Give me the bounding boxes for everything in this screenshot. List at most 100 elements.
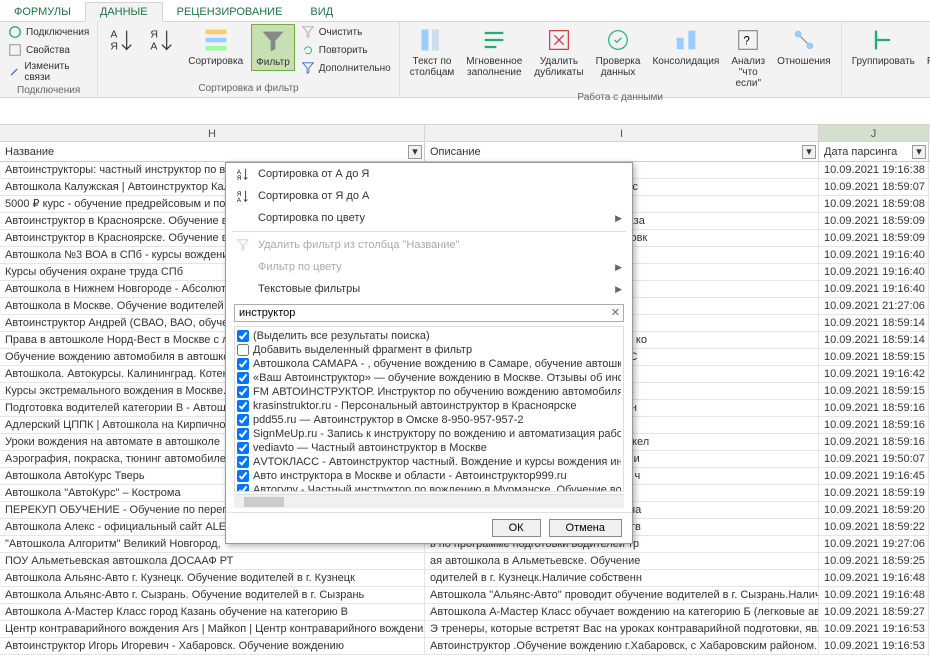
chk-add-current[interactable] — [237, 344, 249, 356]
filter-value-label: АVТОКЛАСС - Автоинструктор частный. Вожд… — [253, 456, 621, 468]
cell-date: 10.09.2021 18:59:08 — [819, 196, 929, 212]
structure-0[interactable]: Группировать — [848, 24, 919, 69]
filter-dropdown-H[interactable]: ▾ — [408, 145, 422, 159]
chk-select-all[interactable] — [237, 330, 249, 342]
table-row[interactable]: Автошкола Альянс-Авто г. Кузнецк. Обучен… — [0, 570, 930, 587]
header-name: Название — [5, 146, 54, 158]
filter-value-label: pdd55.ru — Автоинструктор в Омске 8-950-… — [253, 414, 523, 426]
cell-date: 10.09.2021 19:16:40 — [819, 264, 929, 280]
datatool-5[interactable]: ?Анализ "чтоесли" — [727, 24, 769, 91]
sort-asc[interactable]: АЯСортировка от А до Я — [226, 163, 632, 185]
filter-value-label: «Ваш Автоинструктор» — обучение вождению… — [253, 372, 621, 384]
filter-values-list[interactable]: (Выделить все результаты поиска) Добавит… — [234, 326, 624, 492]
cell-desc: одителей в г. Кузнецк.Наличие собственн — [425, 570, 819, 586]
sort-by-color[interactable]: Сортировка по цвету▶ — [226, 207, 632, 229]
advanced-filter-btn[interactable]: Дополнительно — [299, 60, 393, 76]
table-row[interactable]: Автошкола Альянс-Авто г. Сызрань. Обучен… — [0, 587, 930, 604]
filter-value-chk[interactable] — [237, 386, 249, 398]
filter-dropdown-I[interactable]: ▾ — [802, 145, 816, 159]
filter-search-input[interactable] — [234, 304, 624, 322]
datatool-6[interactable]: Отношения — [773, 24, 835, 69]
tab-review[interactable]: РЕЦЕНЗИРОВАНИЕ — [163, 3, 297, 21]
table-row[interactable]: Автошкола А-Мастер Класс город Казань об… — [0, 604, 930, 621]
tab-formulas[interactable]: ФОРМУЛЫ — [0, 3, 85, 21]
cell-name: Центр контраварийного вождения Ars | Май… — [0, 621, 425, 637]
cell-name: ПОУ Альметьевская автошкола ДОСААФ РТ — [0, 553, 425, 569]
col-header-I[interactable]: I — [425, 125, 819, 141]
tab-view[interactable]: ВИД — [296, 3, 347, 21]
group-label-structure: Структура — [848, 82, 930, 95]
filter-value-chk[interactable] — [237, 400, 249, 412]
reapply-filter-btn[interactable]: Повторить — [299, 42, 393, 58]
cell-date: 10.09.2021 19:16:38 — [819, 162, 929, 178]
filter-value-chk[interactable] — [237, 414, 249, 426]
cell-date: 10.09.2021 19:16:45 — [819, 468, 929, 484]
datatool-1[interactable]: Мгновенноезаполнение — [462, 24, 526, 80]
cell-date: 10.09.2021 19:16:40 — [819, 281, 929, 297]
cell-date: 10.09.2021 18:59:09 — [819, 230, 929, 246]
cell-date: 10.09.2021 18:59:14 — [819, 315, 929, 331]
datatool-3[interactable]: Проверкаданных — [592, 24, 645, 80]
cell-date: 10.09.2021 18:59:09 — [819, 213, 929, 229]
table-row[interactable]: Автоинструктор Игорь Игоревич - Хабаровс… — [0, 638, 930, 655]
filter-value-chk[interactable] — [237, 470, 249, 482]
datatool-2[interactable]: Удалитьдубликаты — [530, 24, 587, 80]
datatool-4[interactable]: Консолидация — [648, 24, 723, 69]
filter-value-chk[interactable] — [237, 456, 249, 468]
filter-btn[interactable]: Фильтр — [251, 24, 295, 71]
filter-hscroll[interactable] — [234, 494, 624, 508]
text-filters[interactable]: Текстовые фильтры▶ — [226, 278, 632, 300]
filter-value-chk[interactable] — [237, 372, 249, 384]
cell-desc: Автошкола А-Мастер Класс обучает вождени… — [425, 604, 819, 620]
group-label-datatools: Работа с данными — [406, 91, 835, 104]
filter-value-label: Авто инструктора в Москве и области - Ав… — [253, 470, 567, 482]
table-row[interactable]: Центр контраварийного вождения Ars | Май… — [0, 621, 930, 638]
cell-name: Автошкола Альянс-Авто г. Кузнецк. Обучен… — [0, 570, 425, 586]
ribbon: Подключения Свойства Изменить связи Подк… — [0, 22, 930, 98]
header-date: Дата парсинга — [824, 146, 897, 158]
filter-value-chk[interactable] — [237, 484, 249, 492]
filter-value-label: krasinstruktor.ru - Персональный автоинс… — [253, 400, 576, 412]
cell-desc: Э тренеры, которые встретят Вас на урока… — [425, 621, 819, 637]
edit-links-btn[interactable]: Изменить связи — [6, 60, 91, 84]
filter-value-chk[interactable] — [237, 428, 249, 440]
cell-date: 10.09.2021 19:16:48 — [819, 587, 929, 603]
cell-date: 10.09.2021 18:59:20 — [819, 502, 929, 518]
sort-btn[interactable]: Сортировка — [184, 24, 247, 69]
svg-text:Я: Я — [237, 175, 241, 181]
tab-data[interactable]: ДАННЫЕ — [85, 2, 163, 22]
cell-date: 10.09.2021 18:59:16 — [819, 434, 929, 450]
cell-date: 10.09.2021 18:59:07 — [819, 179, 929, 195]
connections-btn[interactable]: Подключения — [6, 24, 91, 40]
col-header-J[interactable]: J — [819, 125, 929, 141]
sort-desc[interactable]: ЯАСортировка от Я до А — [226, 185, 632, 207]
datatool-0[interactable]: Текст постолбцам — [406, 24, 459, 80]
filter-by-color: Фильтр по цвету▶ — [226, 256, 632, 278]
col-header-H[interactable]: H — [0, 125, 425, 141]
cell-date: 10.09.2021 18:59:14 — [819, 332, 929, 348]
properties-btn[interactable]: Свойства — [6, 42, 91, 58]
filter-value-label: Автогуру - Частный инструктор по вождени… — [253, 484, 621, 492]
svg-text:?: ? — [744, 35, 751, 48]
cancel-button[interactable]: Отмена — [549, 519, 622, 537]
filter-value-chk[interactable] — [237, 442, 249, 454]
filter-value-chk[interactable] — [237, 358, 249, 370]
cell-date: 10.09.2021 18:59:22 — [819, 519, 929, 535]
cell-date: 10.09.2021 21:27:06 — [819, 298, 929, 314]
sort-az-btn[interactable]: АЯ — [104, 24, 140, 56]
cell-date: 10.09.2021 19:16:40 — [819, 247, 929, 263]
ok-button[interactable]: ОК — [492, 519, 541, 537]
table-row[interactable]: ПОУ Альметьевская автошкола ДОСААФ РТая … — [0, 553, 930, 570]
cell-name: Автошкола А-Мастер Класс город Казань об… — [0, 604, 425, 620]
clear-search-icon[interactable]: ✕ — [611, 306, 620, 319]
cell-date: 10.09.2021 19:16:53 — [819, 638, 929, 654]
sort-za-btn[interactable]: ЯА — [144, 24, 180, 56]
cell-date: 10.09.2021 19:16:42 — [819, 366, 929, 382]
filter-dropdown-J[interactable]: ▾ — [912, 145, 926, 159]
structure-1[interactable]: Разгруппировать — [923, 24, 930, 69]
filter-value-label: vediavto — Частный автоинструктор в Моск… — [253, 442, 487, 454]
cell-desc: Автошкола "Альянс-Авто" проводит обучени… — [425, 587, 819, 603]
clear-filter-btn[interactable]: Очистить — [299, 24, 393, 40]
filter-value-label: SignMeUp.ru - Запись к инструктору по во… — [253, 428, 621, 440]
svg-text:Я: Я — [111, 40, 119, 52]
